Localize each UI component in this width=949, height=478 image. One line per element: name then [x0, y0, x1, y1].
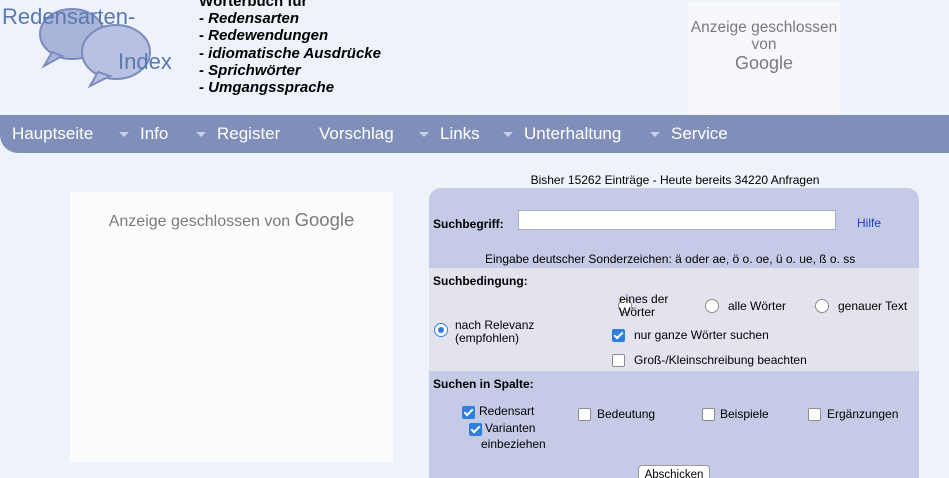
help-link[interactable]: Hilfe: [857, 216, 881, 230]
ad-closed-text: Anzeige geschlossen von: [690, 19, 838, 53]
chevron-down-icon[interactable]: [119, 132, 129, 137]
logo-text-line1: Redensarten-: [2, 4, 136, 29]
checkbox-case-sensitive[interactable]: [612, 354, 625, 367]
nav-item-service[interactable]: Service: [671, 124, 728, 144]
dictionary-item: - Umgangssprache: [199, 79, 335, 97]
search-columns-label: Suchen in Spalte:: [433, 377, 534, 391]
chevron-down-icon[interactable]: [503, 132, 513, 137]
checkbox-bedeutung[interactable]: [578, 408, 591, 421]
search-form: Suchbegriff: Hilfe Eingabe deutscher Son…: [429, 188, 919, 478]
nav-item-vorschlag[interactable]: Vorschlag: [319, 124, 394, 144]
google-logo: Google: [734, 53, 794, 73]
beispiele-label: Beispiele: [720, 407, 769, 421]
search-condition-label: Suchbedingung:: [433, 274, 528, 288]
dictionary-item: - idiomatische Ausdrücke: [199, 44, 381, 62]
dictionary-item: - Redewendungen: [199, 27, 329, 45]
chevron-down-icon[interactable]: [196, 132, 206, 137]
checkbox-whole-words[interactable]: [612, 329, 625, 342]
checkbox-ergaenzungen[interactable]: [808, 408, 821, 421]
nav-item-register[interactable]: Register: [217, 124, 280, 144]
ad-closed-text: Anzeige geschlossen von: [108, 213, 291, 230]
search-input[interactable]: [518, 210, 836, 230]
ad-left-closed: Anzeige geschlossen von Google: [70, 192, 393, 462]
logo-text-line2: Index: [118, 49, 172, 74]
variants-label-line2: einbeziehen: [481, 437, 546, 451]
nav-item-unterhaltung[interactable]: Unterhaltung: [524, 124, 621, 144]
relevance-label-line2: (empfohlen): [455, 331, 520, 345]
ad-closed-line: Anzeige geschlossen von Google: [70, 209, 393, 231]
nav-item-hauptseite[interactable]: Hauptseite: [12, 124, 93, 144]
all-words-label: alle Wörter: [728, 299, 787, 313]
radio-all-words[interactable]: [705, 299, 719, 313]
entry-stats: Bisher 15262 Einträge - Heute bereits 34…: [530, 173, 820, 187]
exact-text-label: genauer Text: [838, 299, 908, 313]
google-logo: Google: [294, 209, 355, 230]
checkbox-variants[interactable]: [469, 423, 482, 436]
dictionary-item: - Sprichwörter: [199, 61, 301, 79]
nav-item-info[interactable]: Info: [140, 124, 168, 144]
chevron-down-icon[interactable]: [419, 132, 429, 137]
dictionary-list: - Redensarten - Redewendungen - idiomati…: [199, 10, 381, 96]
special-chars-hint: Eingabe deutscher Sonderzeichen: ä oder …: [485, 252, 856, 266]
whole-words-label: nur ganze Wörter suchen: [634, 328, 769, 342]
checkbox-redensart[interactable]: [462, 406, 475, 419]
submit-button[interactable]: Abschicken: [638, 465, 710, 478]
dictionary-heading: Wörterbuch für - Redensarten - Redewendu…: [199, 0, 381, 96]
radio-relevance[interactable]: [434, 323, 448, 337]
redensart-label: Redensart: [479, 404, 535, 418]
ad-top-closed: Anzeige geschlossen von Google: [688, 2, 840, 114]
radio-exact-text[interactable]: [815, 299, 829, 313]
search-term-label: Suchbegriff:: [433, 217, 504, 231]
case-sensitive-label: Groß-/Kleinschreibung beachten: [634, 353, 807, 367]
dictionary-item: - Redensarten: [199, 10, 300, 27]
nav-item-links[interactable]: Links: [440, 124, 480, 144]
checkbox-beispiele[interactable]: [702, 408, 715, 421]
search-condition-section: Suchbedingung: eines der Wörter alle Wör…: [429, 268, 919, 371]
bedeutung-label: Bedeutung: [597, 407, 656, 421]
one-of-words-label-line2: Wörter: [619, 305, 655, 319]
variants-label-line1: Varianten: [485, 421, 536, 435]
main-nav: Hauptseite Info Register Vorschlag Links…: [0, 115, 949, 153]
ergaenzungen-label: Ergänzungen: [827, 407, 899, 421]
site-logo[interactable]: Redensarten- Index: [0, 0, 190, 92]
chevron-down-icon[interactable]: [650, 132, 660, 137]
dictionary-title: Wörterbuch für: [199, 0, 308, 10]
